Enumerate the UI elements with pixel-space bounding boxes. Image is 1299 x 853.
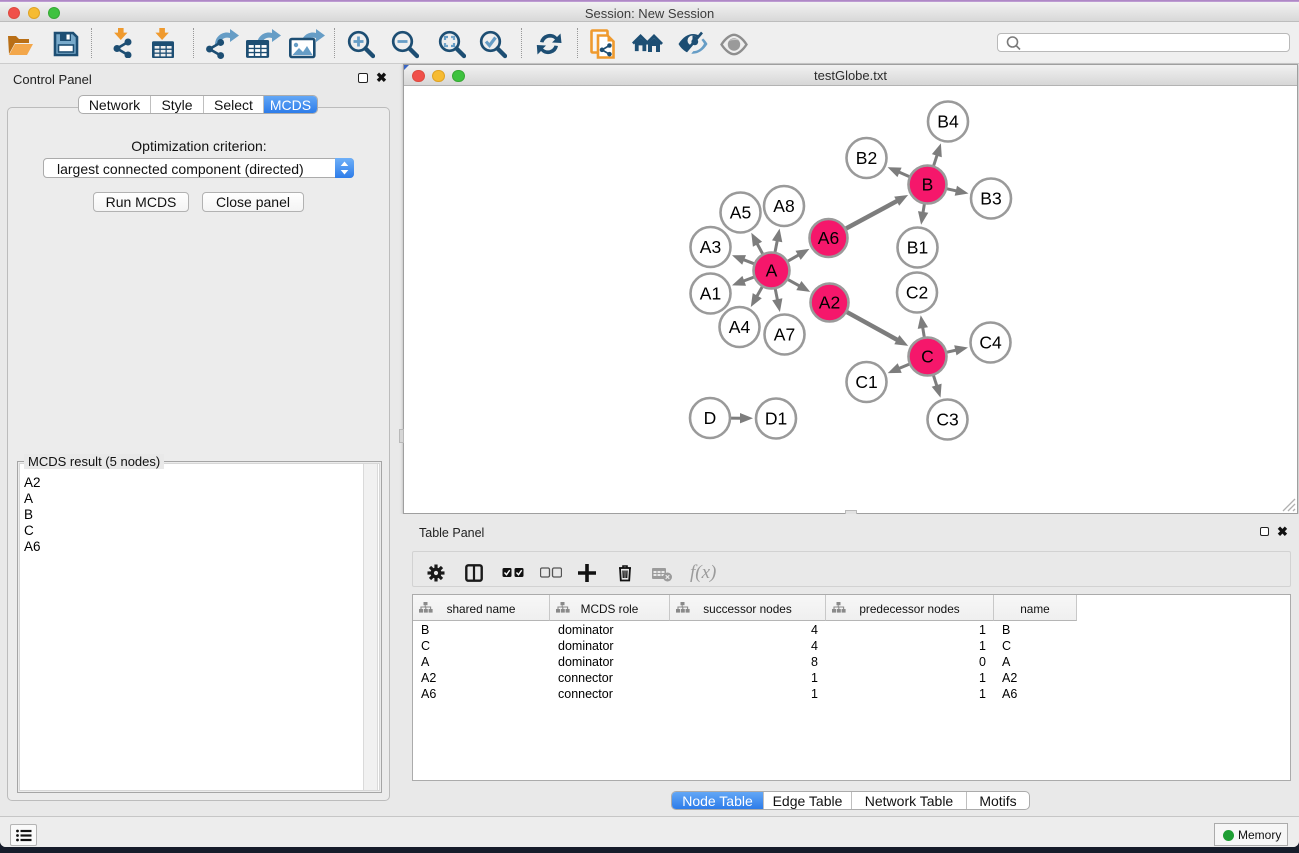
svg-text:C: C [921,347,934,367]
svg-text:A1: A1 [700,284,721,304]
svg-text:A7: A7 [774,325,795,345]
svg-text:C1: C1 [855,372,877,392]
svg-text:A5: A5 [730,203,751,223]
svg-text:D1: D1 [765,409,787,429]
svg-text:B: B [922,175,934,195]
svg-text:C2: C2 [906,283,928,303]
svg-text:A: A [766,261,778,281]
svg-text:f(x): f(x) [690,562,716,583]
svg-text:A2: A2 [819,293,840,313]
svg-text:B3: B3 [980,189,1001,209]
svg-text:B2: B2 [856,148,877,168]
svg-text:D: D [704,408,717,428]
svg-text:A8: A8 [773,196,794,216]
svg-text:B1: B1 [907,238,928,258]
svg-text:A4: A4 [729,317,751,337]
svg-text:A3: A3 [700,237,721,257]
svg-text:B4: B4 [937,112,959,132]
svg-text:A6: A6 [818,228,839,248]
svg-text:C4: C4 [979,333,1002,353]
svg-text:C3: C3 [936,410,958,430]
